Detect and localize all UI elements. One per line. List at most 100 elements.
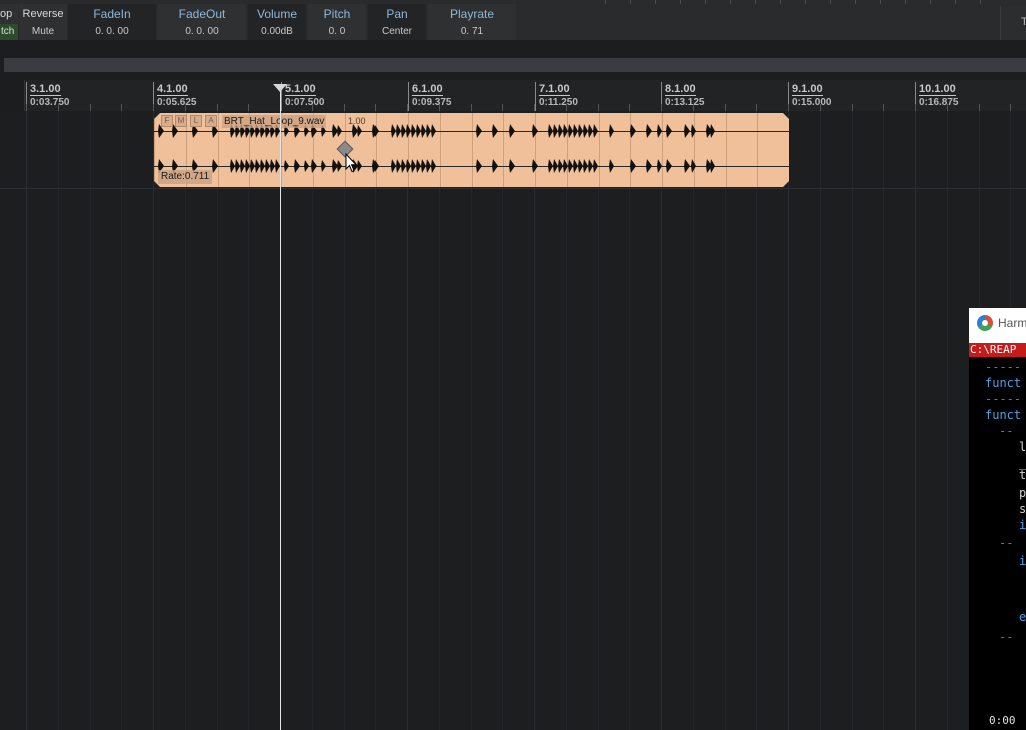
ruler-subtick <box>629 104 630 111</box>
waveform-transient-ch2 <box>240 159 245 173</box>
fadein-value[interactable]: 0. 0. 00 <box>68 24 156 40</box>
playrate-column[interactable]: Playrate 0. 71 <box>428 4 516 40</box>
code-line: ----- <box>985 360 1022 374</box>
toolbar-slot-divider <box>905 0 906 4</box>
fadeout-column[interactable]: FadeOut 0. 0. 00 <box>158 4 246 40</box>
playhead-line[interactable] <box>280 90 281 730</box>
item-fx-button[interactable]: F <box>161 115 173 127</box>
grid-line <box>90 111 91 730</box>
waveform-transient-ch2 <box>646 159 652 173</box>
item-lock-button[interactable]: L <box>190 115 202 127</box>
item-volume-label: 1.00 <box>348 116 366 126</box>
pitch-value[interactable]: 0. 0 <box>308 24 366 40</box>
ruler-subtick <box>661 104 662 111</box>
reverse-column[interactable]: Reverse Mute <box>19 4 67 40</box>
toolbar-slot-divider <box>705 0 706 4</box>
waveform-transient-ch2 <box>391 159 396 173</box>
ruler-subtick <box>26 104 27 111</box>
mute-value[interactable]: Mute <box>19 24 67 40</box>
waveform-transient-ch2 <box>548 159 553 173</box>
waveform-transient-ch1 <box>411 124 416 138</box>
waveform-transient-ch2 <box>230 159 235 173</box>
item-auto-button[interactable]: A <box>205 115 217 127</box>
loop-value[interactable]: tch <box>0 24 18 40</box>
waveform-transient-ch1 <box>578 124 583 138</box>
toolbar-slot-divider <box>755 0 756 4</box>
top-right-panel[interactable]: T <box>1000 6 1026 40</box>
item-mute-button[interactable]: M <box>175 115 187 127</box>
waveform-transient-ch1 <box>374 125 379 137</box>
code-line: t <box>1019 468 1026 482</box>
grid-line <box>915 111 916 730</box>
ruler-subtick <box>693 104 694 111</box>
waveform-transient-ch2 <box>609 159 614 173</box>
waveform-transient-ch2 <box>558 159 563 173</box>
loop-header: op <box>0 8 13 20</box>
waveform-transient-ch2 <box>666 159 672 173</box>
ruler-measure-label: 3.1.00 <box>30 83 61 96</box>
playrate-value[interactable]: 0. 71 <box>428 24 516 40</box>
horizontal-scrollbar[interactable] <box>4 58 1026 72</box>
grid-line <box>248 111 249 730</box>
code-editor-window[interactable]: Harm C:\REAP ----- funct ----- funct -- l _ t p s… <box>969 308 1026 730</box>
arrow-cursor-icon <box>345 153 357 173</box>
ruler-subtick <box>1010 104 1011 111</box>
pitch-header: Pitch <box>323 7 351 21</box>
grid-line <box>534 111 535 730</box>
ruler-subtick <box>121 104 122 111</box>
ruler-subtick <box>90 104 91 111</box>
pan-value[interactable]: Center <box>368 24 426 40</box>
reverse-header[interactable]: Reverse <box>19 4 67 24</box>
waveform-transient-ch2 <box>255 159 260 173</box>
grid-line <box>661 111 662 730</box>
waveform-transient-ch2 <box>260 159 265 173</box>
waveform-transient-ch1 <box>646 124 652 138</box>
ruler-subtick <box>471 104 472 111</box>
grid-line <box>598 111 599 730</box>
toolbar-slot-divider <box>680 0 681 4</box>
grid-line <box>852 111 853 730</box>
ruler-subtick <box>502 104 503 111</box>
ruler-subtick <box>820 104 821 111</box>
waveform-transient-ch1 <box>337 125 342 137</box>
waveform-transient-ch1 <box>684 124 690 138</box>
toolbar-slot-divider <box>655 0 656 4</box>
top-right-panel-label: T <box>1021 16 1026 28</box>
code-line: funct <box>985 376 1022 390</box>
pitch-column[interactable]: Pitch 0. 0 <box>308 4 366 40</box>
code-window-titlebar[interactable]: Harm <box>969 308 1026 343</box>
grid-line <box>947 111 948 730</box>
waveform-transient-ch1 <box>548 124 553 138</box>
ruler-subtick <box>979 104 980 111</box>
grid-line <box>566 111 567 730</box>
grid-line <box>820 111 821 730</box>
code-line: s <box>1019 502 1026 516</box>
waveform-transient-ch2 <box>691 159 696 173</box>
fadein-column[interactable]: FadeIn 0. 0. 00 <box>68 4 156 40</box>
grid-line <box>756 111 757 730</box>
toolbar-slot-divider <box>955 0 956 4</box>
volume-value[interactable]: 0.00dB <box>248 24 306 40</box>
volume-column[interactable]: Volume 0.00dB <box>248 4 306 40</box>
pan-column[interactable]: Pan Center <box>368 4 426 40</box>
ruler-time-label: 0:03.750 <box>30 97 70 108</box>
toolbar-slot-divider <box>830 0 831 4</box>
code-line: -- <box>999 630 1014 644</box>
ruler-subtick <box>915 104 916 111</box>
waveform-transient-ch2 <box>553 159 558 173</box>
waveform-transient-ch1 <box>416 124 421 138</box>
ruler-subtick <box>439 104 440 111</box>
grid-line <box>725 111 726 730</box>
item-name-label[interactable]: BRT_Hat_Loop_9.wav <box>222 115 327 128</box>
loop-column[interactable]: op tch <box>0 4 18 40</box>
waveform-transient-ch2 <box>416 159 421 173</box>
fadeout-value[interactable]: 0. 0. 00 <box>158 24 246 40</box>
waveform-transient-ch1 <box>588 124 593 138</box>
ruler-subtick <box>852 104 853 111</box>
ruler-bar-tick <box>535 82 536 111</box>
triangle-down-icon[interactable] <box>273 84 287 92</box>
waveform-transient-ch1 <box>426 124 431 138</box>
waveform-transient-ch2 <box>304 160 309 172</box>
waveform-transient-ch2 <box>374 160 379 172</box>
ruler-time-label: 0:09.375 <box>412 97 452 108</box>
